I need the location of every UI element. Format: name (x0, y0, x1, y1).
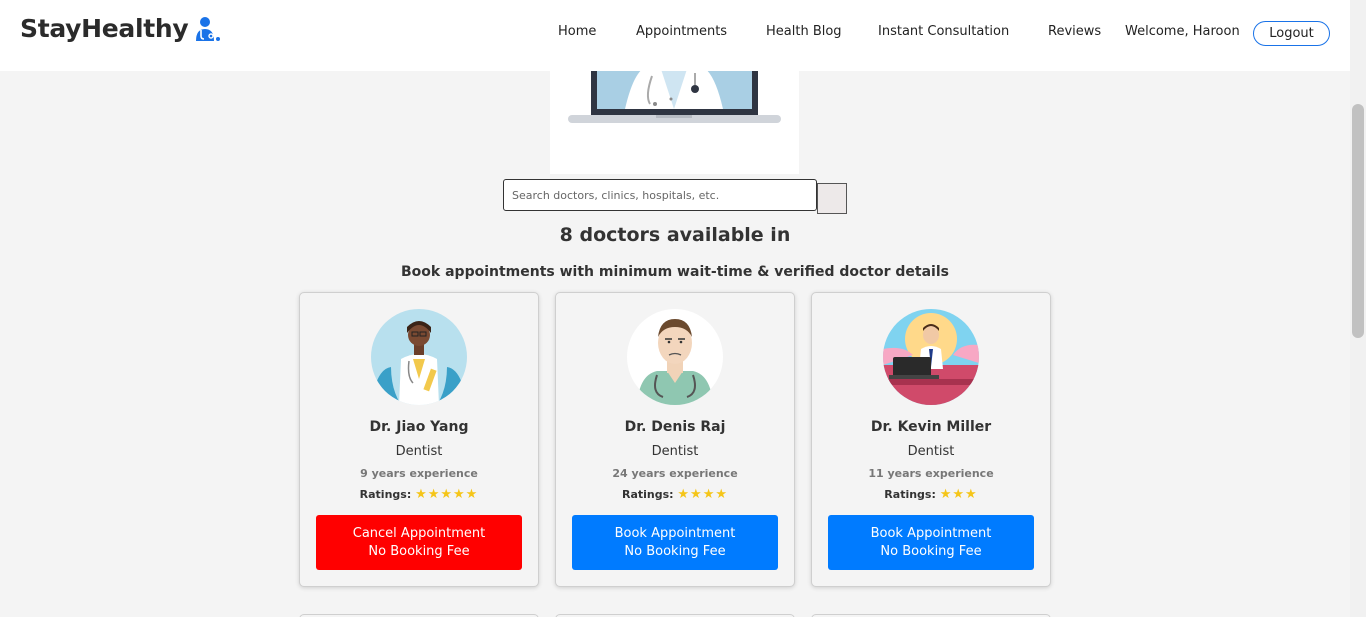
navbar: StayHealthy Home Appointments Health Blo… (0, 0, 1350, 71)
welcome-text: Welcome, Haroon (1125, 24, 1240, 39)
doctor-card: Dr. Jiao Yang Dentist 9 years experience… (299, 292, 539, 587)
doctor-experience: 24 years experience (612, 467, 738, 480)
doctor-avatar (371, 309, 467, 405)
doctor-rating: Ratings: ★★★★★ (300, 487, 538, 502)
nav-health-blog[interactable]: Health Blog (766, 24, 842, 39)
button-sublabel: No Booking Fee (624, 543, 726, 559)
star-icon: ★★★ (939, 487, 978, 502)
button-label: Cancel Appointment (352, 525, 486, 541)
results-count-title: 8 doctors available in (559, 224, 791, 246)
doctor-name: Dr. Jiao Yang (369, 419, 469, 435)
doctor-speciality: Dentist (395, 444, 443, 459)
doctor-card: Dr. Kevin Miller Dentist 11 years experi… (811, 292, 1051, 587)
ratings-label: Ratings: (884, 488, 936, 501)
doctor-speciality: Dentist (907, 444, 955, 459)
logout-button[interactable]: Logout (1253, 21, 1330, 46)
star-icon: ★★★★ (677, 487, 729, 502)
button-sublabel: No Booking Fee (368, 543, 470, 559)
cancel-appointment-button[interactable]: Cancel Appointment No Booking Fee (316, 515, 522, 570)
doctor-experience: 11 years experience (868, 467, 994, 480)
doctor-card: Dr. Denis Raj Dentist 24 years experienc… (555, 292, 795, 587)
hero-illustration (550, 71, 799, 174)
doctor-speciality: Dentist (651, 444, 699, 459)
doctor-avatar (883, 309, 979, 405)
doctor-rating: Ratings: ★★★★ (556, 487, 794, 502)
doctor-name: Dr. Denis Raj (624, 419, 726, 435)
button-sublabel: No Booking Fee (880, 543, 982, 559)
ratings-label: Ratings: (359, 488, 412, 501)
search-input[interactable] (503, 179, 817, 211)
ratings-label: Ratings: (621, 488, 674, 501)
book-appointment-button[interactable]: Book Appointment No Booking Fee (828, 515, 1034, 570)
nav-instant-consultation[interactable]: Instant Consultation (878, 24, 1009, 39)
doctor-name: Dr. Kevin Miller (870, 419, 992, 435)
star-icon: ★★★★★ (415, 487, 479, 502)
doctor-rating: Ratings: ★★★ (812, 487, 1050, 502)
nav-appointments[interactable]: Appointments (636, 24, 727, 39)
book-appointment-button[interactable]: Book Appointment No Booking Fee (572, 515, 778, 570)
doctor-experience: 9 years experience (360, 467, 478, 480)
search-button[interactable] (817, 183, 847, 214)
doctor-avatar (627, 309, 723, 405)
nav-reviews[interactable]: Reviews (1048, 24, 1101, 39)
results-subtitle: Book appointments with minimum wait-time… (401, 264, 949, 280)
nav-home[interactable]: Home (558, 24, 596, 39)
scrollbar[interactable] (1350, 0, 1366, 617)
button-label: Book Appointment (614, 525, 736, 541)
scrollbar-thumb[interactable] (1352, 104, 1364, 338)
button-label: Book Appointment (870, 525, 992, 541)
